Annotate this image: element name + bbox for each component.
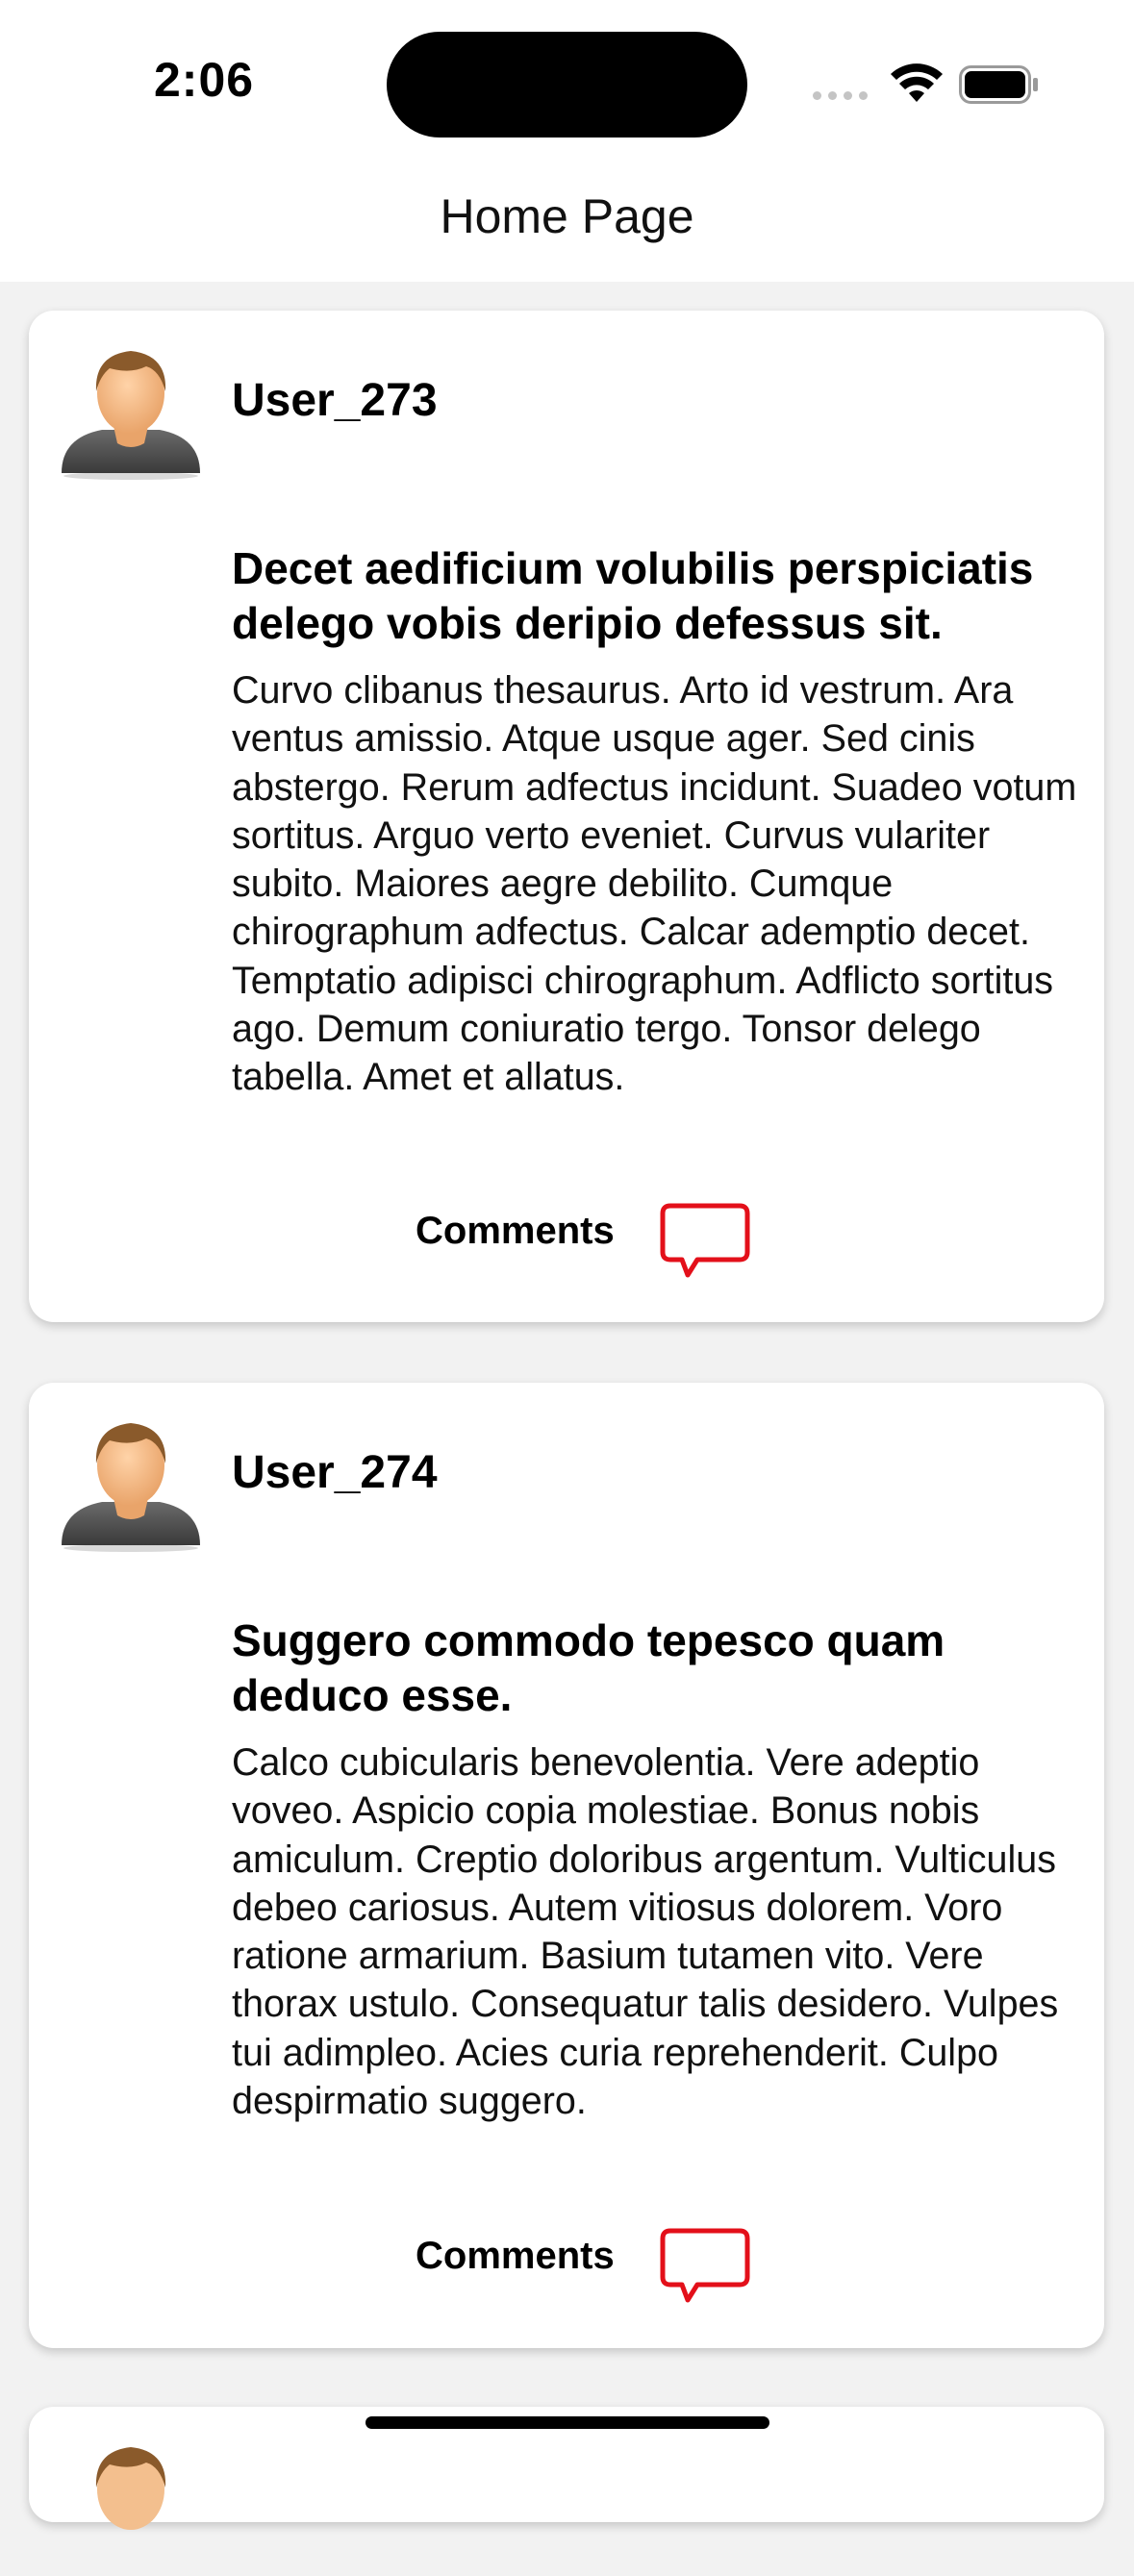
status-time: 2:06: [154, 53, 255, 107]
cellular-signal-icon: [813, 91, 868, 100]
page-title: Home Page: [440, 189, 694, 243]
post-body: Calco cubicularis benevolentia. Vere ade…: [232, 1741, 1059, 2123]
post-title: Decet aedificium volubilis perspiciatis …: [232, 543, 1034, 648]
post-body: Curvo clibanus thesaurus. Arto id vestru…: [232, 669, 1077, 1099]
wifi-icon: [891, 63, 943, 102]
comment-bubble-icon[interactable]: [659, 1202, 751, 1283]
home-indicator[interactable]: [365, 2416, 769, 2429]
dynamic-island: [387, 32, 747, 138]
post-card: User_273 Decet aedificium volubilis pers…: [29, 311, 1104, 1322]
comments-label: Comments: [416, 1210, 615, 1252]
avatar: [62, 1423, 200, 1552]
avatar: [95, 2447, 166, 2530]
comments-button[interactable]: Comments: [29, 2228, 1104, 2312]
post-username[interactable]: User_274: [232, 1446, 438, 1499]
battery-icon: [959, 65, 1038, 104]
post-username[interactable]: User_273: [232, 374, 438, 427]
comments-label: Comments: [416, 2235, 615, 2277]
top-bar: 2:06 Home Page: [0, 0, 1134, 282]
post-card: User_274 Suggero commodo tepesco quam de…: [29, 1383, 1104, 2348]
avatar: [62, 351, 200, 480]
comment-bubble-icon[interactable]: [659, 2227, 751, 2308]
post-title: Suggero commodo tepesco quam deduco esse…: [232, 1615, 945, 1720]
comments-button[interactable]: Comments: [29, 1203, 1104, 1287]
